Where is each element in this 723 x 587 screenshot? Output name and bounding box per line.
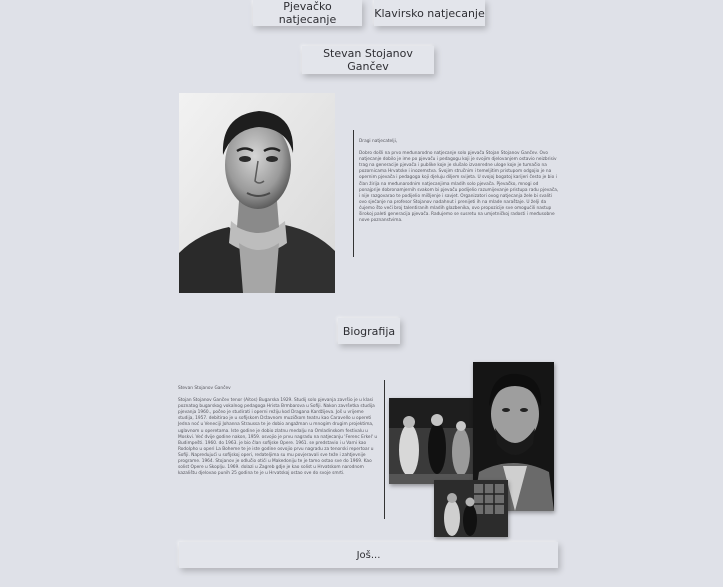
letter-divider	[353, 130, 354, 257]
stage-photo	[389, 398, 477, 484]
opera-scene-photo	[434, 480, 508, 537]
letter-body: Dobro došli na prvo međunarodno natjecan…	[359, 151, 559, 224]
more-button[interactable]: Još...	[179, 542, 558, 568]
welcome-letter: Dragi natjecatelji, Dobro došli na prvo …	[359, 139, 559, 224]
portrait-photo	[179, 93, 335, 293]
biography-divider	[384, 380, 385, 519]
biography-body: Stojan Stojanov Gančev tenor (Aitos) Bug…	[178, 398, 378, 477]
biography-title: Stevan Stojanov Gančev	[178, 386, 231, 391]
biography-text: Stevan Stojanov Gančev Stojan Stojanov G…	[178, 386, 379, 477]
biography-button[interactable]: Biografija	[338, 318, 400, 344]
tab-piano-competition[interactable]: Klavirsko natjecanje	[374, 0, 485, 26]
tab-vocal-competition[interactable]: Pjevačko natjecanje	[253, 0, 362, 26]
profile-name-button[interactable]: Stevan Stojanov Gančev	[302, 46, 434, 74]
letter-greeting: Dragi natjecatelji,	[359, 139, 398, 144]
